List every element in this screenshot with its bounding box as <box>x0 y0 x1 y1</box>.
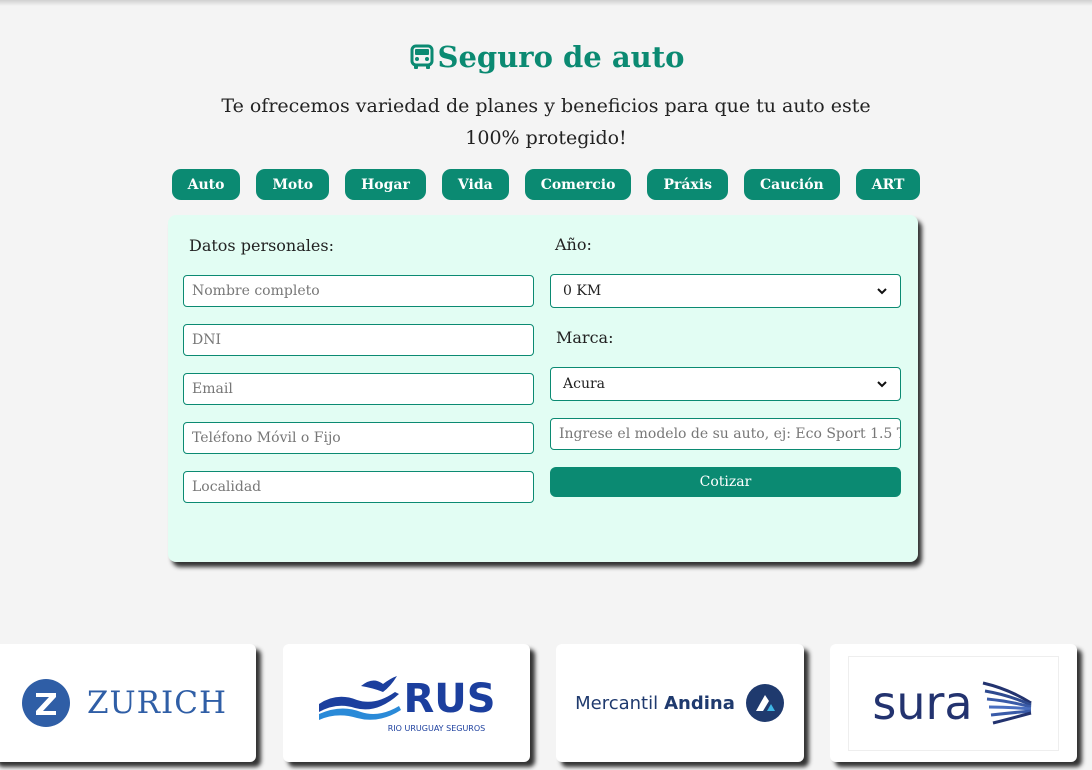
tab-vida[interactable]: Vida <box>441 169 509 200</box>
tab-comercio[interactable]: Comercio <box>524 169 632 200</box>
zurich-logo-card: ZURICH <box>0 644 256 762</box>
sura-logo-frame: sura <box>848 655 1059 751</box>
rus-tagline: RIO URUGUAY SEGUROS <box>387 723 486 733</box>
car-icon <box>410 44 434 69</box>
mercantil-logo-text: Mercantil <box>575 692 659 714</box>
chevron-down-icon <box>877 288 887 295</box>
page-title-text: Seguro de auto <box>437 40 685 74</box>
wave-icon <box>319 675 402 720</box>
email-input[interactable] <box>183 373 534 405</box>
sura-wing-icon <box>982 681 1032 725</box>
page-title: Seguro de auto <box>0 40 1092 74</box>
top-shadow <box>0 0 1092 6</box>
mercantil-logo-card: Mercantil Andina <box>556 644 804 762</box>
brand-label: Marca: <box>556 328 614 347</box>
rus-logo-text: RUS <box>403 675 496 722</box>
car-model-input[interactable] <box>550 418 901 450</box>
locality-input[interactable] <box>183 471 534 503</box>
year-select-value: 0 KM <box>563 283 602 299</box>
tab-auto[interactable]: Auto <box>171 169 241 200</box>
year-label: Año: <box>555 235 592 254</box>
quote-form: Datos personales: Año: 0 KM Marca: Acura… <box>168 215 918 562</box>
year-select[interactable]: 0 KM <box>550 274 901 308</box>
rus-logo-card: RUS RIO URUGUAY SEGUROS <box>283 644 530 762</box>
andina-logo-text: Andina <box>664 692 735 714</box>
zurich-logo-icon <box>21 679 70 727</box>
mercantil-logo-icon <box>745 684 784 722</box>
page-subtitle: Te ofrecemos variedad de planes y benefi… <box>221 95 871 149</box>
sura-logo-text: sura <box>872 676 973 730</box>
full-name-input[interactable] <box>183 275 534 307</box>
rus-logo-row: RUS <box>317 674 496 724</box>
sura-logo-card: sura <box>830 644 1077 762</box>
tab-praxis[interactable]: Práxis <box>647 169 728 200</box>
insurance-tabs: Auto Moto Hogar Vida Comercio Práxis Cau… <box>0 169 1092 200</box>
tab-caucion[interactable]: Caución <box>743 169 840 200</box>
chevron-down-icon <box>877 381 887 388</box>
brand-select[interactable]: Acura <box>550 367 901 401</box>
tab-hogar[interactable]: Hogar <box>345 169 426 200</box>
tab-moto[interactable]: Moto <box>256 169 330 200</box>
phone-input[interactable] <box>183 422 534 454</box>
zurich-logo-text: ZURICH <box>86 685 227 721</box>
dni-input[interactable] <box>183 324 534 356</box>
tab-art[interactable]: ART <box>855 169 921 200</box>
brand-select-value: Acura <box>563 376 606 392</box>
cotizar-button[interactable]: Cotizar <box>550 467 901 497</box>
personal-data-label: Datos personales: <box>189 236 334 255</box>
